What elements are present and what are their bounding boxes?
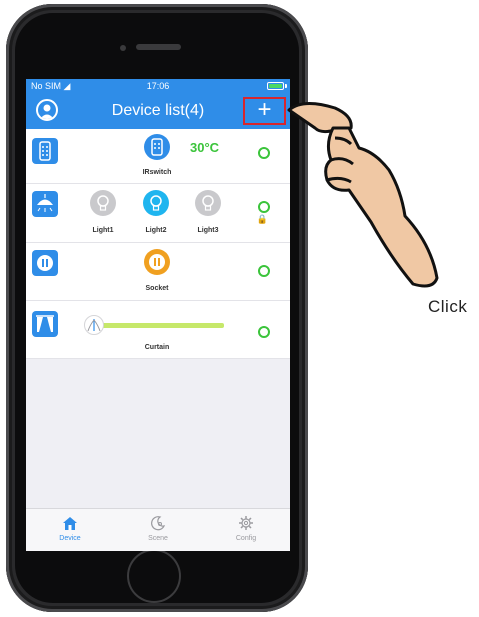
front-camera (120, 45, 126, 51)
gear-icon (239, 516, 253, 530)
tab-bar: Device Scene Config (26, 508, 290, 551)
irswitch-icon[interactable] (144, 134, 170, 160)
online-status-icon (258, 326, 270, 338)
device-row-curtain[interactable]: Curtain (26, 301, 290, 359)
device-row-irswitch[interactable]: 30°C IRswitch (26, 129, 290, 184)
slider-track (96, 323, 224, 328)
nav-bar: Device list(4) + (26, 94, 290, 129)
home-icon (63, 517, 77, 530)
app-screen: No SIM ◢ 17:06 Device list(4) + 30°C IRs… (26, 79, 290, 551)
socket-icon[interactable] (144, 249, 170, 275)
curtain-slider[interactable] (84, 315, 234, 335)
tab-label: Device (59, 535, 81, 542)
device-label: Curtain (144, 344, 170, 351)
scene-icon (151, 516, 166, 531)
battery-icon (267, 82, 284, 90)
lock-icon: 🔒 (256, 214, 268, 224)
device-label: Light3 (197, 227, 219, 234)
temperature-reading: 30°C (190, 140, 220, 155)
earpiece-speaker (136, 44, 181, 50)
tab-device[interactable]: Device (26, 509, 114, 551)
tab-config[interactable]: Config (202, 509, 290, 551)
slider-handle-icon[interactable] (84, 315, 104, 335)
ceiling-lamp-icon (32, 191, 58, 217)
device-row-lights[interactable]: Light1 Light2 Light3 🔒 (26, 184, 290, 243)
online-status-icon (258, 265, 270, 277)
device-row-socket[interactable]: Socket (26, 243, 290, 301)
online-status-icon (258, 147, 270, 159)
clock: 17:06 (146, 81, 170, 91)
device-label: Socket (145, 285, 169, 292)
home-button[interactable] (129, 551, 179, 601)
online-status-icon (258, 201, 270, 213)
curtain-icon (32, 311, 58, 337)
tab-label: Scene (148, 535, 168, 542)
status-bar: No SIM ◢ 17:06 (26, 79, 290, 94)
bulb-off-icon[interactable] (195, 190, 221, 216)
device-label: Light2 (145, 227, 167, 234)
pointing-hand-icon (287, 102, 439, 288)
tab-scene[interactable]: Scene (114, 509, 202, 551)
remote-icon (32, 138, 58, 164)
bulb-off-icon[interactable] (90, 190, 116, 216)
click-annotation: Click (428, 297, 468, 316)
tab-label: Config (235, 535, 257, 542)
device-label: IRswitch (142, 169, 172, 176)
battery-tip (285, 84, 287, 88)
device-label: Light1 (92, 227, 114, 234)
add-device-button[interactable]: + (243, 97, 286, 125)
socket-icon (32, 250, 58, 276)
device-list: 30°C IRswitch Light1 Light2 Light3 🔒 Soc… (26, 129, 290, 359)
bulb-on-icon[interactable] (143, 190, 169, 216)
